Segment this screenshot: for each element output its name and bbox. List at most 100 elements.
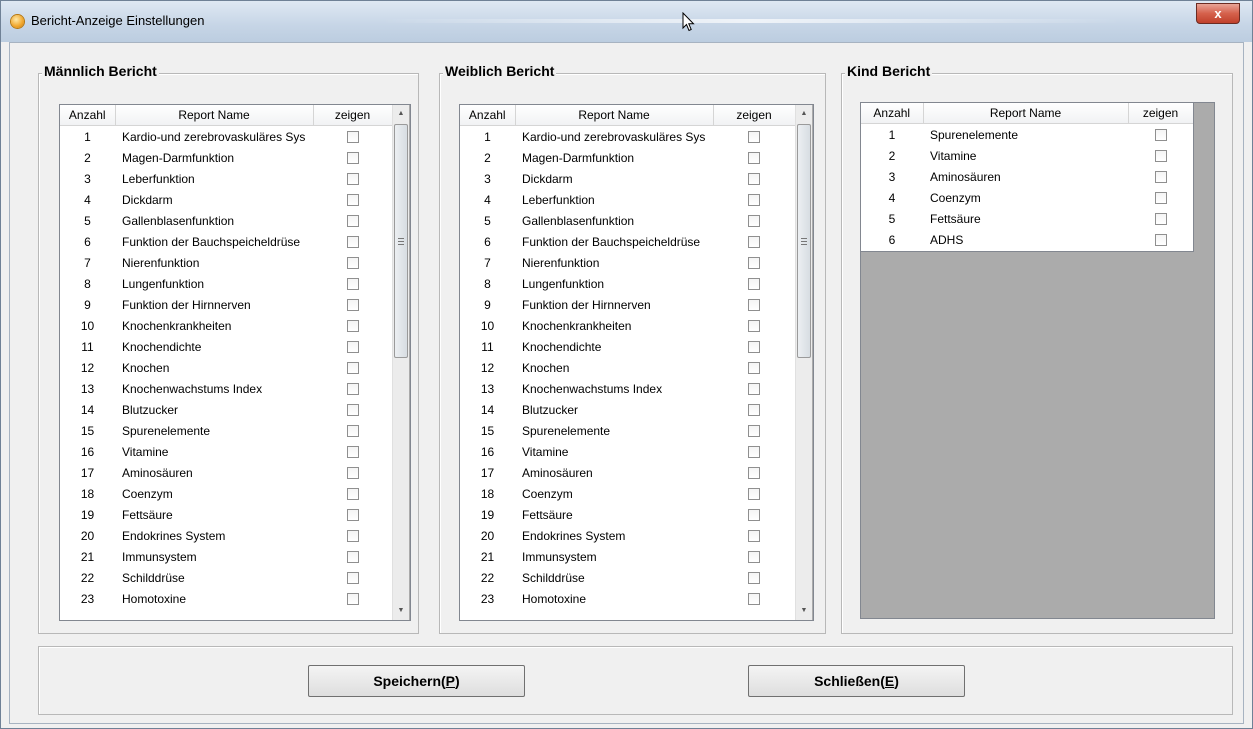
zeigen-checkbox[interactable] xyxy=(748,530,760,543)
zeigen-checkbox[interactable] xyxy=(748,320,760,333)
zeigen-checkbox[interactable] xyxy=(346,278,359,291)
child-table-row[interactable]: 3 Aminosäuren xyxy=(861,166,1193,187)
zeigen-checkbox[interactable] xyxy=(346,383,359,396)
zeigen-checkbox[interactable] xyxy=(346,341,359,354)
zeigen-checkbox[interactable] xyxy=(748,236,760,249)
male-table-row[interactable]: 9 Funktion der Hirnnerven xyxy=(60,294,392,315)
zeigen-checkbox[interactable] xyxy=(748,383,760,396)
male-table-row[interactable]: 7 Nierenfunktion xyxy=(60,252,392,273)
zeigen-checkbox[interactable] xyxy=(748,152,760,165)
zeigen-checkbox[interactable] xyxy=(748,341,760,354)
column-header-report-name[interactable]: Report Name xyxy=(515,105,714,126)
zeigen-checkbox[interactable] xyxy=(748,173,760,186)
zeigen-checkbox[interactable] xyxy=(748,404,760,417)
female-table-row[interactable]: 15 Spurenelemente xyxy=(460,420,795,441)
zeigen-checkbox[interactable] xyxy=(346,152,359,165)
zeigen-checkbox[interactable] xyxy=(346,236,359,249)
female-table-row[interactable]: 14 Blutzucker xyxy=(460,399,795,420)
male-table-row[interactable]: 22 Schilddrüse xyxy=(60,567,392,588)
zeigen-checkbox[interactable] xyxy=(346,446,359,459)
zeigen-checkbox[interactable] xyxy=(748,362,760,375)
column-header-anzahl[interactable]: Anzahl xyxy=(861,103,924,124)
scroll-down-arrow-icon[interactable]: ▼ xyxy=(796,602,812,619)
child-table-row[interactable]: 1 Spurenelemente xyxy=(861,124,1193,146)
zeigen-checkbox[interactable] xyxy=(346,551,359,564)
column-header-zeigen[interactable]: zeigen xyxy=(713,105,795,126)
scroll-up-arrow-icon[interactable]: ▲ xyxy=(796,105,812,122)
scroll-thumb[interactable] xyxy=(797,124,811,358)
zeigen-checkbox[interactable] xyxy=(748,278,760,291)
child-table-row[interactable]: 5 Fettsäure xyxy=(861,208,1193,229)
female-table-row[interactable]: 22 Schilddrüse xyxy=(460,567,795,588)
male-table-row[interactable]: 5 Gallenblasenfunktion xyxy=(60,210,392,231)
female-table-row[interactable]: 11 Knochendichte xyxy=(460,336,795,357)
scroll-thumb[interactable] xyxy=(394,124,408,358)
male-table-row[interactable]: 19 Fettsäure xyxy=(60,504,392,525)
female-table-row[interactable]: 1 Kardio-und zerebrovaskuläres Sys xyxy=(460,126,795,148)
female-table-row[interactable]: 7 Nierenfunktion xyxy=(460,252,795,273)
female-table-row[interactable]: 19 Fettsäure xyxy=(460,504,795,525)
female-table-row[interactable]: 4 Leberfunktion xyxy=(460,189,795,210)
male-table-row[interactable]: 13 Knochenwachstums Index xyxy=(60,378,392,399)
zeigen-checkbox[interactable] xyxy=(346,467,359,480)
female-table-row[interactable]: 10 Knochenkrankheiten xyxy=(460,315,795,336)
zeigen-checkbox[interactable] xyxy=(346,572,359,585)
zeigen-checkbox[interactable] xyxy=(1154,234,1167,247)
scroll-down-arrow-icon[interactable]: ▼ xyxy=(393,602,409,619)
male-table-row[interactable]: 8 Lungenfunktion xyxy=(60,273,392,294)
male-table-row[interactable]: 23 Homotoxine xyxy=(60,588,392,609)
male-table-row[interactable]: 17 Aminosäuren xyxy=(60,462,392,483)
zeigen-checkbox[interactable] xyxy=(748,467,760,480)
male-table-row[interactable]: 10 Knochenkrankheiten xyxy=(60,315,392,336)
child-table-row[interactable]: 6 ADHS xyxy=(861,229,1193,250)
male-scrollbar[interactable]: ▲ ▼ xyxy=(392,105,409,620)
female-table-row[interactable]: 17 Aminosäuren xyxy=(460,462,795,483)
female-table-row[interactable]: 8 Lungenfunktion xyxy=(460,273,795,294)
zeigen-checkbox[interactable] xyxy=(346,425,359,438)
female-table-row[interactable]: 20 Endokrines System xyxy=(460,525,795,546)
title-bar[interactable]: Bericht-Anzeige Einstellungen x xyxy=(1,1,1252,42)
column-header-report-name[interactable]: Report Name xyxy=(923,103,1129,124)
male-table-row[interactable]: 16 Vitamine xyxy=(60,441,392,462)
female-table-row[interactable]: 13 Knochenwachstums Index xyxy=(460,378,795,399)
zeigen-checkbox[interactable] xyxy=(748,593,760,606)
column-header-report-name[interactable]: Report Name xyxy=(115,105,314,126)
zeigen-checkbox[interactable] xyxy=(748,194,760,207)
female-table-row[interactable]: 6 Funktion der Bauchspeicheldrüse xyxy=(460,231,795,252)
zeigen-checkbox[interactable] xyxy=(1154,150,1167,163)
zeigen-checkbox[interactable] xyxy=(748,488,760,501)
zeigen-checkbox[interactable] xyxy=(1154,213,1167,226)
close-button[interactable]: Schließen(E) xyxy=(748,665,965,697)
male-table-row[interactable]: 15 Spurenelemente xyxy=(60,420,392,441)
child-table-row[interactable]: 4 Coenzym xyxy=(861,187,1193,208)
zeigen-checkbox[interactable] xyxy=(748,509,760,522)
female-table-row[interactable]: 23 Homotoxine xyxy=(460,588,795,609)
male-table-row[interactable]: 21 Immunsystem xyxy=(60,546,392,567)
female-table-row[interactable]: 3 Dickdarm xyxy=(460,168,795,189)
zeigen-checkbox[interactable] xyxy=(346,173,359,186)
column-header-zeigen[interactable]: zeigen xyxy=(313,105,392,126)
male-table-row[interactable]: 6 Funktion der Bauchspeicheldrüse xyxy=(60,231,392,252)
female-table-row[interactable]: 18 Coenzym xyxy=(460,483,795,504)
zeigen-checkbox[interactable] xyxy=(346,299,359,312)
zeigen-checkbox[interactable] xyxy=(346,215,359,228)
zeigen-checkbox[interactable] xyxy=(346,194,359,207)
male-table-row[interactable]: 14 Blutzucker xyxy=(60,399,392,420)
child-table-row[interactable]: 2 Vitamine xyxy=(861,145,1193,166)
zeigen-checkbox[interactable] xyxy=(748,446,760,459)
female-table-row[interactable]: 5 Gallenblasenfunktion xyxy=(460,210,795,231)
male-table-row[interactable]: 4 Dickdarm xyxy=(60,189,392,210)
zeigen-checkbox[interactable] xyxy=(1154,129,1167,142)
column-header-anzahl[interactable]: Anzahl xyxy=(460,105,516,126)
zeigen-checkbox[interactable] xyxy=(346,488,359,501)
zeigen-checkbox[interactable] xyxy=(748,299,760,312)
zeigen-checkbox[interactable] xyxy=(346,362,359,375)
zeigen-checkbox[interactable] xyxy=(346,509,359,522)
zeigen-checkbox[interactable] xyxy=(748,215,760,228)
zeigen-checkbox[interactable] xyxy=(346,131,359,144)
zeigen-checkbox[interactable] xyxy=(346,530,359,543)
female-scrollbar[interactable]: ▲ ▼ xyxy=(795,105,812,620)
male-table-row[interactable]: 20 Endokrines System xyxy=(60,525,392,546)
close-window-button[interactable]: x xyxy=(1196,3,1240,24)
male-table-row[interactable]: 12 Knochen xyxy=(60,357,392,378)
